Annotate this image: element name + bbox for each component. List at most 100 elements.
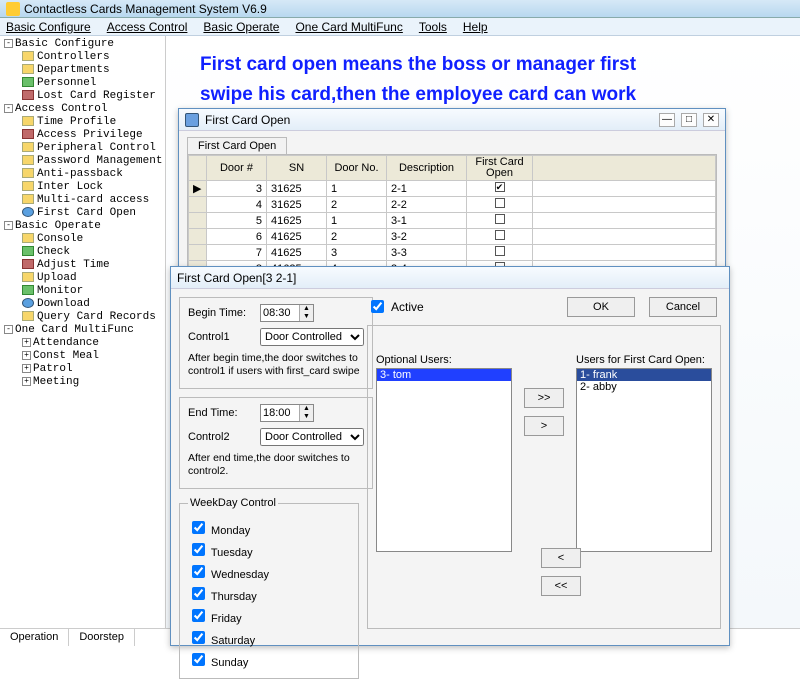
menu-tools[interactable]: Tools <box>419 20 447 34</box>
weekday-checkbox[interactable]: Thursday <box>188 584 350 603</box>
end-time-input[interactable]: ▲▼ <box>260 404 314 422</box>
dialog-titlebar[interactable]: First Card Open[3 2-1] <box>171 267 729 289</box>
tree-node[interactable]: Departments <box>2 64 163 77</box>
window-titlebar[interactable]: First Card Open — □ ✕ <box>179 109 725 131</box>
spin-down-icon[interactable]: ▼ <box>299 413 313 421</box>
tree-node[interactable]: +Attendance <box>2 337 163 350</box>
menu-basic-configure[interactable]: Basic Configure <box>6 20 91 34</box>
tree-node[interactable]: Anti-passback <box>2 168 163 181</box>
tree-node[interactable]: Adjust Time <box>2 259 163 272</box>
spin-up-icon[interactable]: ▲ <box>299 405 313 413</box>
hint2: After end time,the door switches to cont… <box>188 452 364 478</box>
tree-node[interactable]: Controllers <box>2 51 163 64</box>
table-row[interactable]: 54162513-1 <box>189 213 716 229</box>
tree-node[interactable]: First Card Open <box>2 207 163 220</box>
spin-up-icon[interactable]: ▲ <box>299 305 313 313</box>
col-desc[interactable]: Description <box>387 156 467 181</box>
active-checkbox[interactable] <box>371 300 384 313</box>
weekday-checkbox[interactable]: Sunday <box>188 650 350 669</box>
list-item[interactable]: 2- abby <box>577 381 711 393</box>
tree-node[interactable]: Password Management <box>2 155 163 168</box>
annotation-text: First card open means the boss or manage… <box>200 50 636 110</box>
menu-one-card-multifunc[interactable]: One Card MultiFunc <box>295 20 402 34</box>
window-title: First Card Open <box>205 113 290 127</box>
tree-node[interactable]: Personnel <box>2 77 163 90</box>
tree-node[interactable]: Multi-card access <box>2 194 163 207</box>
weekday-checkbox[interactable]: Saturday <box>188 628 350 647</box>
control1-label: Control1 <box>188 331 254 343</box>
minimize-icon[interactable]: — <box>659 113 675 127</box>
weekday-checkbox[interactable]: Tuesday <box>188 540 350 559</box>
tree-node[interactable]: Peripheral Control <box>2 142 163 155</box>
table-row[interactable]: 74162533-3 <box>189 245 716 261</box>
tree-node[interactable]: -Access Control <box>2 103 163 116</box>
col-rowheader <box>189 156 207 181</box>
tree-node[interactable]: +Patrol <box>2 363 163 376</box>
assigned-users-label: Users for First Card Open: <box>576 354 712 366</box>
tree-node[interactable]: +Const Meal <box>2 350 163 363</box>
tree-node[interactable]: Lost Card Register <box>2 90 163 103</box>
window-icon <box>185 113 199 127</box>
menu-access-control[interactable]: Access Control <box>107 20 188 34</box>
end-time-value[interactable] <box>261 407 299 419</box>
window-first-card-open-dialog: First Card Open[3 2-1] Begin Time: ▲▼ Co… <box>170 266 730 646</box>
list-item[interactable]: 1- frank <box>577 369 711 381</box>
menubar: Basic Configure Access Control Basic Ope… <box>0 18 800 36</box>
col-fco[interactable]: First CardOpen <box>467 156 533 181</box>
tree-node[interactable]: Query Card Records <box>2 311 163 324</box>
control2-select[interactable]: Door Controlled <box>260 428 364 446</box>
col-sn[interactable]: SN <box>267 156 327 181</box>
table-row[interactable]: ▶33162512-1 <box>189 181 716 197</box>
tree-node[interactable]: Download <box>2 298 163 311</box>
begin-time-group: Begin Time: ▲▼ Control1 Door Controlled … <box>179 297 373 389</box>
list-item[interactable]: 3- tom <box>377 369 511 381</box>
cancel-button[interactable]: Cancel <box>649 297 717 317</box>
weekday-checkbox[interactable]: Wednesday <box>188 562 350 581</box>
tree-node[interactable]: -One Card MultiFunc <box>2 324 163 337</box>
maximize-icon[interactable]: □ <box>681 113 697 127</box>
tree-node[interactable]: +Meeting <box>2 376 163 389</box>
tree-node[interactable]: Time Profile <box>2 116 163 129</box>
close-icon[interactable]: ✕ <box>703 113 719 127</box>
app-icon <box>6 2 20 16</box>
begin-time-value[interactable] <box>261 307 299 319</box>
weekday-checkbox[interactable]: Friday <box>188 606 350 625</box>
tab-first-card-open[interactable]: First Card Open <box>187 137 287 154</box>
weekday-checkbox[interactable]: Monday <box>188 518 350 537</box>
tree-node[interactable]: Access Privilege <box>2 129 163 142</box>
move-left-button[interactable]: < <box>541 548 581 568</box>
control1-select[interactable]: Door Controlled <box>260 328 364 346</box>
table-row[interactable]: 64162523-2 <box>189 229 716 245</box>
begin-time-input[interactable]: ▲▼ <box>260 304 314 322</box>
col-door[interactable]: Door # <box>207 156 267 181</box>
optional-users-list[interactable]: 3- tom <box>376 368 512 552</box>
end-time-group: End Time: ▲▼ Control2 Door Controlled Af… <box>179 397 373 489</box>
tree-node[interactable]: Check <box>2 246 163 259</box>
window-first-card-open-list: First Card Open — □ ✕ First Card Open Do… <box>178 108 726 268</box>
tree-node[interactable]: -Basic Configure <box>2 38 163 51</box>
col-tail <box>533 156 716 181</box>
ok-button[interactable]: OK <box>567 297 635 317</box>
active-label: Active <box>391 300 424 314</box>
assigned-users-list[interactable]: 1- frank2- abby <box>576 368 712 552</box>
navigation-tree: -Basic ConfigureControllersDepartmentsPe… <box>0 36 166 628</box>
tab-doorstep[interactable]: Doorstep <box>69 629 135 646</box>
spin-down-icon[interactable]: ▼ <box>299 313 313 321</box>
begin-time-label: Begin Time: <box>188 307 254 319</box>
tree-node[interactable]: Monitor <box>2 285 163 298</box>
weekday-group: WeekDay Control Monday Tuesday Wednesday… <box>179 497 359 679</box>
move-all-left-button[interactable]: << <box>541 576 581 596</box>
col-doorno[interactable]: Door No. <box>327 156 387 181</box>
tree-node[interactable]: Console <box>2 233 163 246</box>
move-all-right-button[interactable]: >> <box>524 388 564 408</box>
tab-operation[interactable]: Operation <box>0 629 69 646</box>
tree-node[interactable]: -Basic Operate <box>2 220 163 233</box>
menu-basic-operate[interactable]: Basic Operate <box>203 20 279 34</box>
move-right-button[interactable]: > <box>524 416 564 436</box>
tree-node[interactable]: Inter Lock <box>2 181 163 194</box>
table-row[interactable]: 43162522-2 <box>189 197 716 213</box>
doors-table[interactable]: Door # SN Door No. Description First Car… <box>187 154 717 278</box>
tree-node[interactable]: Upload <box>2 272 163 285</box>
app-titlebar: Contactless Cards Management System V6.9 <box>0 0 800 18</box>
menu-help[interactable]: Help <box>463 20 488 34</box>
